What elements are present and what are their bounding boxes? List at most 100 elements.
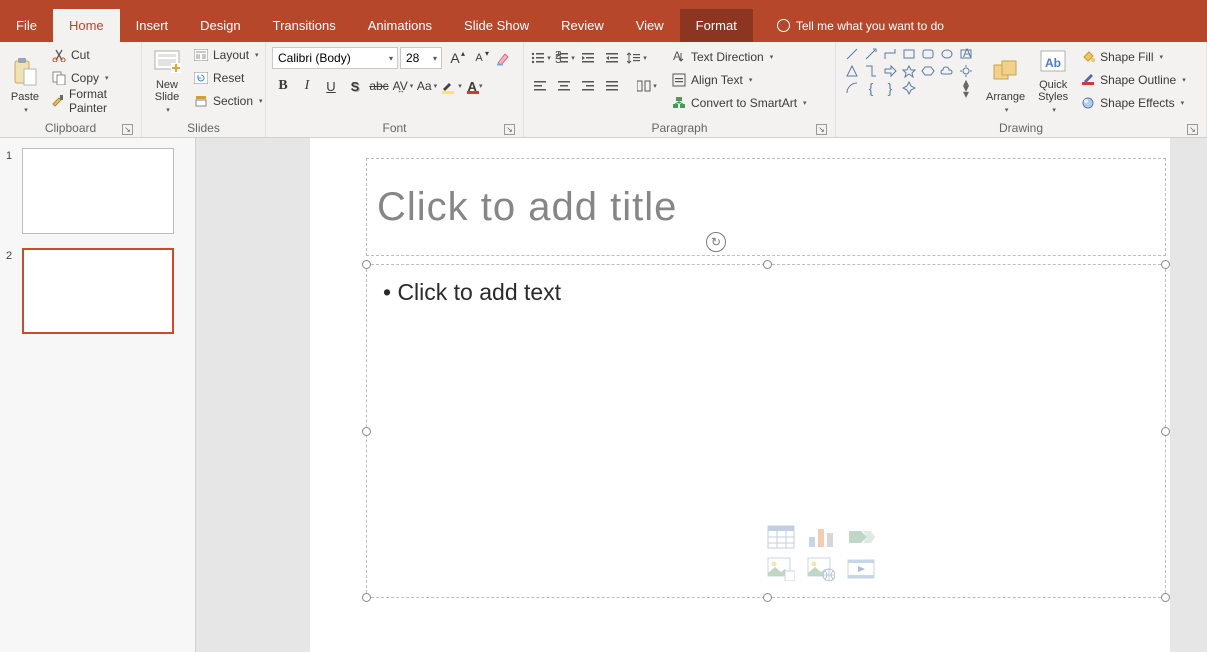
tab-file[interactable]: File [0,9,53,42]
shape-triangle-icon[interactable] [844,63,860,79]
tab-home[interactable]: Home [53,9,120,42]
slide-thumbnail-2[interactable] [22,248,174,334]
shape-textbox-icon[interactable]: A [958,46,974,62]
title-placeholder[interactable]: Click to add title [366,158,1166,256]
shadow-button[interactable]: S [344,75,366,97]
shape-arc-icon[interactable] [844,80,860,96]
content-placeholder[interactable]: • Click to add text [366,264,1166,598]
slide-canvas[interactable]: Click to add title • Click to add text [196,138,1207,652]
svg-text:A: A [673,50,681,63]
tab-format[interactable]: Format [680,9,753,42]
insert-video-icon[interactable] [847,557,877,583]
shape-arrow-icon[interactable] [863,46,879,62]
shape-star4-icon[interactable] [901,80,917,96]
highlight-button[interactable] [440,75,462,97]
line-spacing-button[interactable] [626,47,648,69]
shape-cloud-icon[interactable] [939,63,955,79]
shape-hexagon-icon[interactable] [920,63,936,79]
shape-elbow2-icon[interactable] [863,63,879,79]
shape-outline-button[interactable]: Shape Outline [1077,69,1189,91]
group-slides: New Slide Layout Reset Section Slides [142,42,266,137]
shape-rbrace-icon[interactable]: } [882,80,898,96]
shrink-font-button[interactable]: A▾ [468,47,490,69]
justify-button[interactable] [602,75,624,97]
quick-styles-button[interactable]: Ab Quick Styles [1033,44,1073,114]
insert-online-pictures-icon[interactable] [807,557,837,583]
tab-review[interactable]: Review [545,9,620,42]
shapes-gallery[interactable]: A { } ▴▾▾ [842,44,978,98]
selection-handle[interactable] [1161,593,1170,602]
underline-button[interactable]: U [320,75,342,97]
paragraph-dialog-launcher[interactable]: ↘ [816,124,827,135]
insert-chart-icon[interactable] [807,525,837,551]
shape-rect-icon[interactable] [901,46,917,62]
font-color-button[interactable]: A [464,75,486,97]
italic-button[interactable]: I [296,75,318,97]
rotate-handle[interactable] [706,232,726,252]
decrease-indent-button[interactable] [578,47,600,69]
shape-roundrect-icon[interactable] [920,46,936,62]
paste-button[interactable]: Paste [6,44,44,114]
cut-button[interactable]: Cut [48,44,135,66]
insert-smartart-icon[interactable] [847,525,877,551]
font-name-combo[interactable]: Calibri (Body)▾ [272,47,398,69]
columns-button[interactable] [636,75,658,97]
shape-elbow-icon[interactable] [882,46,898,62]
effects-icon [1080,95,1096,111]
layout-button[interactable]: Layout [190,44,266,66]
text-direction-button[interactable]: AText Direction [668,46,810,68]
new-slide-button[interactable]: New Slide [148,44,186,114]
bold-button[interactable]: B [272,75,294,97]
selection-handle[interactable] [362,427,371,436]
selection-handle[interactable] [1161,427,1170,436]
tab-view[interactable]: View [620,9,680,42]
tab-animations[interactable]: Animations [352,9,448,42]
char-spacing-button[interactable]: AV↔ [392,75,414,97]
drawing-dialog-launcher[interactable]: ↘ [1187,124,1198,135]
bullets-button[interactable] [530,47,552,69]
shape-line-icon[interactable] [844,46,860,62]
tell-me-search[interactable]: Tell me what you want to do [753,9,956,42]
insert-pictures-icon[interactable] [767,557,797,583]
numbering-button[interactable]: 123 [554,47,576,69]
arrange-button[interactable]: Arrange [982,44,1029,114]
font-dialog-launcher[interactable]: ↘ [504,124,515,135]
strikethrough-button[interactable]: abc [368,75,390,97]
shapes-more-button[interactable]: ▴▾▾ [958,80,974,96]
slide-thumbnail-1[interactable] [22,148,174,234]
copy-button[interactable]: Copy [48,67,135,89]
insert-table-icon[interactable] [767,525,797,551]
convert-smartart-button[interactable]: Convert to SmartArt [668,92,810,114]
change-case-button[interactable]: Aa [416,75,438,97]
selection-handle[interactable] [362,260,371,269]
font-size-combo[interactable]: 28▾ [400,47,442,69]
shape-effects-button[interactable]: Shape Effects [1077,92,1189,114]
shape-fill-button[interactable]: Shape Fill [1077,46,1189,68]
tab-insert[interactable]: Insert [120,9,185,42]
shape-rightarrow-icon[interactable] [882,63,898,79]
paste-icon [9,56,41,88]
align-right-button[interactable] [578,75,600,97]
clear-formatting-button[interactable] [492,47,514,69]
selection-handle[interactable] [1161,260,1170,269]
align-center-button[interactable] [554,75,576,97]
shape-star-icon[interactable] [901,63,917,79]
tab-design[interactable]: Design [184,9,256,42]
clipboard-dialog-launcher[interactable]: ↘ [122,124,133,135]
align-left-button[interactable] [530,75,552,97]
section-button[interactable]: Section [190,90,266,112]
format-painter-button[interactable]: Format Painter [48,90,135,112]
grow-font-button[interactable]: A▴ [444,47,466,69]
slide-thumbnails-panel: 1 2 [0,138,196,652]
reset-button[interactable]: Reset [190,67,266,89]
shape-lbrace-icon[interactable]: { [863,80,879,96]
align-text-button[interactable]: Align Text [668,69,810,91]
tab-transitions[interactable]: Transitions [257,9,352,42]
selection-handle[interactable] [763,260,772,269]
group-drawing: A { } ▴▾▾ Arrange Ab Quick Styles [836,42,1207,137]
tab-slideshow[interactable]: Slide Show [448,9,545,42]
selection-handle[interactable] [362,593,371,602]
shape-oval-icon[interactable] [939,46,955,62]
increase-indent-button[interactable] [602,47,624,69]
selection-handle[interactable] [763,593,772,602]
